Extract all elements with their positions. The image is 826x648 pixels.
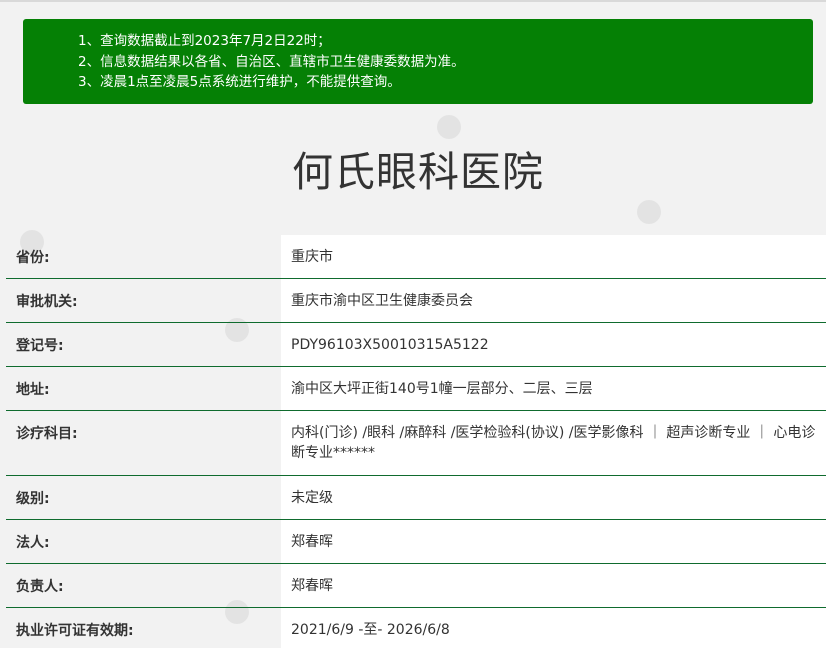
row-value: 2021/6/9 -至- 2026/6/8 <box>281 608 826 648</box>
table-row-legal-person: 法人: 郑春晖 <box>6 520 826 564</box>
row-value: 未定级 <box>281 476 826 519</box>
row-label: 法人: <box>16 535 50 551</box>
page-title: 何氏眼科医院 <box>292 148 544 196</box>
table-row-approval-authority: 审批机关: 重庆市渝中区卫生健康委员会 <box>6 279 826 323</box>
row-label: 执业许可证有效期: <box>16 623 134 639</box>
row-value: 郑春晖 <box>281 520 826 563</box>
row-value: 渝中区大坪正街140号1幢一层部分、二层、三层 <box>281 367 826 410</box>
row-label: 诊疗科目: <box>16 426 78 442</box>
row-label: 省份: <box>16 250 50 266</box>
table-row-level: 级别: 未定级 <box>6 476 826 520</box>
watermark-icon <box>637 200 661 224</box>
hospital-info-table: 省份: 重庆市 审批机关: 重庆市渝中区卫生健康委员会 登记号: PDY9610… <box>6 235 826 648</box>
notice-banner: 1、查询数据截止到2023年7月2日22时； 2、信息数据结果以各省、自治区、直… <box>23 19 813 104</box>
table-row-address: 地址: 渝中区大坪正街140号1幢一层部分、二层、三层 <box>6 367 826 411</box>
notice-line-2: 2、信息数据结果以各省、自治区、直辖市卫生健康委数据为准。 <box>78 53 465 70</box>
row-value: PDY96103X50010315A5122 <box>281 323 826 366</box>
table-row-registration-number: 登记号: PDY96103X50010315A5122 <box>6 323 826 367</box>
table-row-province: 省份: 重庆市 <box>6 235 826 279</box>
row-label: 负责人: <box>16 579 64 595</box>
row-value: 郑春晖 <box>281 564 826 607</box>
table-row-responsible-person: 负责人: 郑春晖 <box>6 564 826 608</box>
row-value: 重庆市渝中区卫生健康委员会 <box>281 279 826 322</box>
row-label: 地址: <box>16 382 50 398</box>
table-row-license-validity: 执业许可证有效期: 2021/6/9 -至- 2026/6/8 <box>6 608 826 648</box>
row-value: 内科(门诊) /眼科 /麻醉科 /医学检验科(协议) /医学影像科 ｜ 超声诊断… <box>281 411 826 475</box>
row-value: 重庆市 <box>281 235 826 278</box>
notice-line-1: 1、查询数据截止到2023年7月2日22时； <box>78 33 331 49</box>
notice-line-3: 3、凌晨1点至凌晨5点系统进行维护，不能提供查询。 <box>78 74 401 90</box>
row-label: 登记号: <box>16 338 64 354</box>
watermark-icon <box>437 115 461 139</box>
table-row-departments: 诊疗科目: 内科(门诊) /眼科 /麻醉科 /医学检验科(协议) /医学影像科 … <box>6 411 826 476</box>
top-divider <box>0 0 826 2</box>
row-label: 级别: <box>16 491 50 507</box>
row-label: 审批机关: <box>16 294 78 310</box>
